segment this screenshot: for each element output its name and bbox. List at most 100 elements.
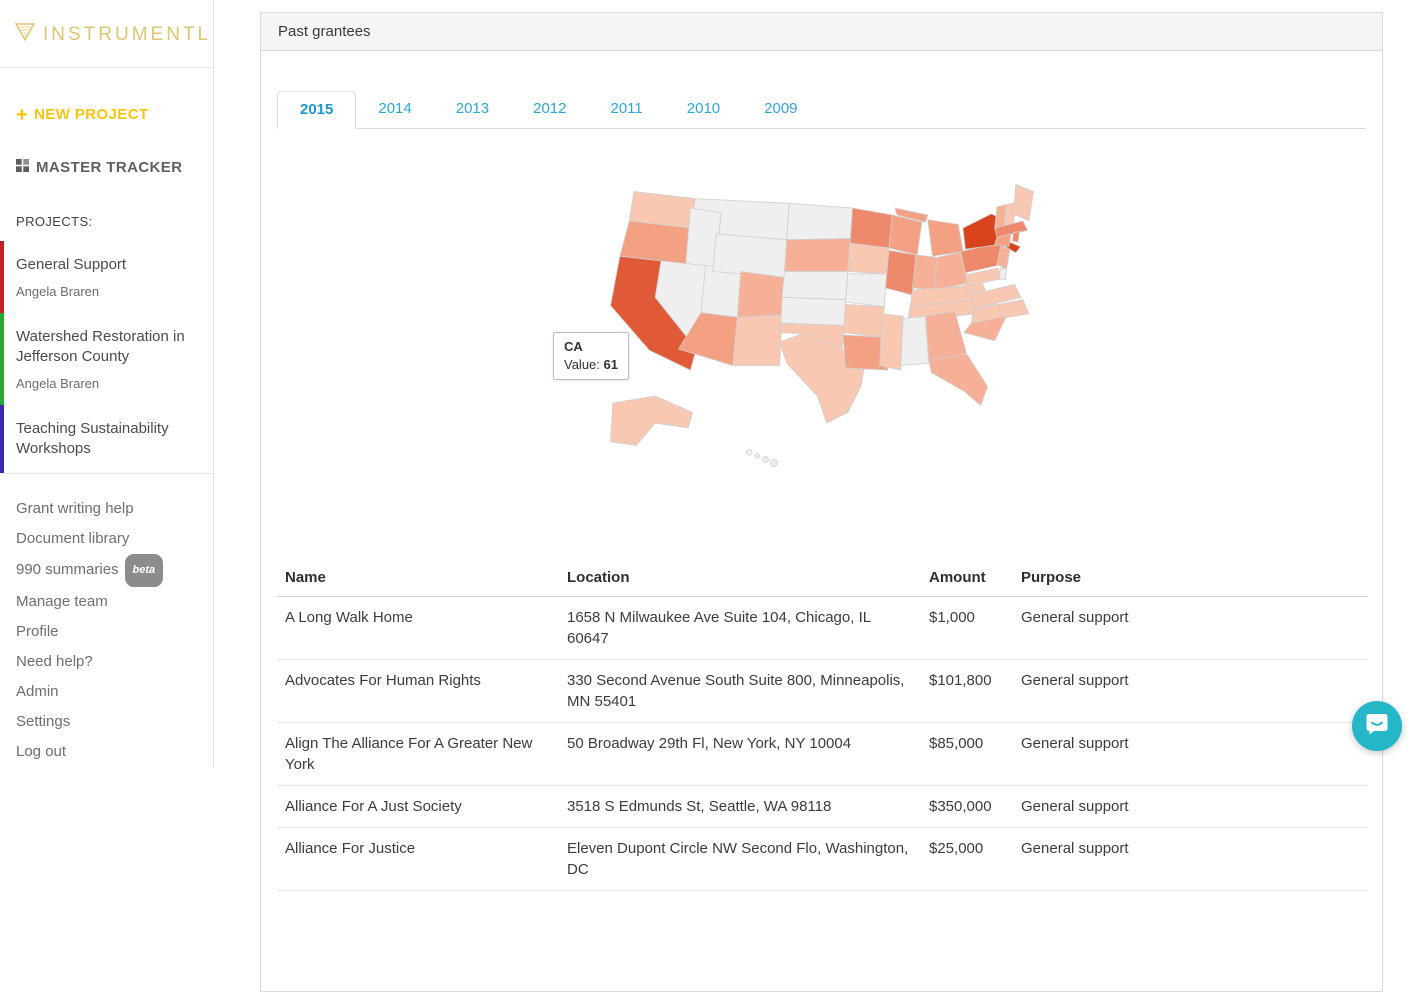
past-grantees-panel: Past grantees 20152014201320122011201020… bbox=[260, 12, 1383, 992]
state-HI[interactable] bbox=[762, 457, 768, 463]
tab-2009[interactable]: 2009 bbox=[742, 91, 819, 129]
tooltip-value: 61 bbox=[604, 357, 618, 372]
state-HI[interactable] bbox=[770, 459, 777, 466]
projects-heading: PROJECTS: bbox=[16, 214, 197, 229]
state-SD[interactable] bbox=[784, 239, 850, 272]
state-IN[interactable] bbox=[912, 255, 937, 290]
tab-2015[interactable]: 2015 bbox=[277, 91, 356, 129]
cell-name: Alliance For A Just Society bbox=[277, 786, 559, 828]
tooltip-value-row: Value: 61 bbox=[564, 357, 618, 372]
state-RI[interactable] bbox=[1012, 232, 1019, 243]
sidebar-link-990-summaries[interactable]: 990 summaries beta bbox=[16, 554, 197, 587]
sidebar-link-label: Profile bbox=[16, 623, 59, 640]
grid-icon bbox=[16, 159, 29, 176]
project-item-teaching-sustainability-workshops[interactable]: Teaching Sustainability Workshops bbox=[0, 405, 213, 473]
state-IL[interactable] bbox=[885, 250, 916, 295]
year-tabs: 2015201420132012201120102009 bbox=[277, 91, 1366, 129]
table-row: Alliance For JusticeEleven Dupont Circle… bbox=[277, 828, 1368, 891]
table-row: Advocates For Human Rights330 Second Ave… bbox=[277, 660, 1368, 723]
sidebar-link-manage-team[interactable]: Manage team bbox=[16, 587, 197, 617]
cell-amount: $101,800 bbox=[921, 660, 1013, 723]
cell-purpose: General support bbox=[1013, 597, 1368, 660]
project-owner: Angela Braren bbox=[16, 284, 199, 299]
state-AK[interactable] bbox=[610, 396, 692, 445]
project-title: General Support bbox=[16, 255, 199, 275]
sidebar-link-label: Grant writing help bbox=[16, 500, 134, 517]
cell-location: 330 Second Avenue South Suite 800, Minne… bbox=[559, 660, 921, 723]
beta-badge: beta bbox=[125, 554, 164, 587]
master-tracker-label: MASTER TRACKER bbox=[36, 159, 182, 176]
project-title: Teaching Sustainability Workshops bbox=[16, 419, 199, 459]
chat-launcher-button[interactable] bbox=[1352, 701, 1402, 751]
state-ND[interactable] bbox=[786, 203, 852, 239]
column-header-location: Location bbox=[559, 559, 921, 597]
state-MS[interactable] bbox=[879, 314, 903, 370]
sidebar-links: Grant writing helpDocument library990 su… bbox=[0, 474, 213, 787]
state-CO[interactable] bbox=[737, 271, 784, 317]
app-logo[interactable]: INSTRUMENTL bbox=[0, 0, 213, 68]
cell-amount: $85,000 bbox=[921, 723, 1013, 786]
cell-name: A Long Walk Home bbox=[277, 597, 559, 660]
state-ME[interactable] bbox=[1013, 185, 1033, 221]
sidebar-link-label: Need help? bbox=[16, 653, 93, 670]
tab-2011[interactable]: 2011 bbox=[589, 91, 665, 129]
project-title: Watershed Restoration in Jefferson Count… bbox=[16, 327, 199, 367]
plus-icon: + bbox=[16, 108, 28, 122]
cell-name: Align The Alliance For A Greater New Yor… bbox=[277, 723, 559, 786]
sidebar-link-label: 990 summaries bbox=[16, 561, 119, 578]
cell-amount: $1,000 bbox=[921, 597, 1013, 660]
logo-wordmark: INSTRUMENTL bbox=[43, 24, 211, 46]
new-project-label: NEW PROJECT bbox=[34, 106, 148, 123]
sidebar-link-need-help[interactable]: Need help? bbox=[16, 647, 197, 677]
cell-amount: $350,000 bbox=[921, 786, 1013, 828]
state-WY[interactable] bbox=[712, 234, 786, 277]
state-DE[interactable] bbox=[999, 268, 1006, 280]
cell-amount: $25,000 bbox=[921, 828, 1013, 891]
sidebar-link-settings[interactable]: Settings bbox=[16, 707, 197, 737]
state-HI[interactable] bbox=[746, 449, 752, 455]
tab-2013[interactable]: 2013 bbox=[434, 91, 511, 129]
tab-2014[interactable]: 2014 bbox=[356, 91, 433, 129]
panel-title: Past grantees bbox=[261, 13, 1382, 51]
new-project-button[interactable]: + NEW PROJECT bbox=[16, 106, 197, 123]
projects-list: General Support Angela Braren Watershed Re… bbox=[0, 241, 213, 474]
state-MN[interactable] bbox=[850, 208, 892, 248]
cell-location: 50 Broadway 29th Fl, New York, NY 10004 bbox=[559, 723, 921, 786]
sidebar-link-profile[interactable]: Profile bbox=[16, 617, 197, 647]
table-row: Alliance For A Just Society3518 S Edmund… bbox=[277, 786, 1368, 828]
state-WI[interactable] bbox=[888, 215, 921, 255]
sidebar-link-grant-writing-help[interactable]: Grant writing help bbox=[16, 494, 197, 524]
cell-purpose: General support bbox=[1013, 660, 1368, 723]
state-AR[interactable] bbox=[843, 304, 884, 337]
master-tracker-link[interactable]: MASTER TRACKER bbox=[16, 159, 197, 176]
tab-2010[interactable]: 2010 bbox=[665, 91, 742, 129]
sidebar-link-label: Log out bbox=[16, 743, 66, 760]
state-HI[interactable] bbox=[755, 454, 760, 459]
tab-2012[interactable]: 2012 bbox=[511, 91, 588, 129]
state-MI[interactable] bbox=[927, 220, 962, 256]
state-NE[interactable] bbox=[782, 271, 848, 299]
project-owner: Angela Braren bbox=[16, 376, 199, 391]
project-item-general-support[interactable]: General Support Angela Braren bbox=[0, 241, 213, 313]
sidebar-link-label: Manage team bbox=[16, 593, 108, 610]
state-GA[interactable] bbox=[925, 311, 966, 360]
state-NM[interactable] bbox=[732, 315, 781, 366]
column-header-amount: Amount bbox=[921, 559, 1013, 597]
tooltip-state: CA bbox=[564, 339, 618, 354]
state-IA[interactable] bbox=[847, 243, 888, 274]
state-KS[interactable] bbox=[780, 297, 845, 325]
state-FL[interactable] bbox=[928, 354, 987, 406]
project-item-watershed-restoration-in-jefferson-county[interactable]: Watershed Restoration in Jefferson Count… bbox=[0, 313, 213, 405]
cell-purpose: General support bbox=[1013, 723, 1368, 786]
cell-location: 3518 S Edmunds St, Seattle, WA 98118 bbox=[559, 786, 921, 828]
cell-name: Advocates For Human Rights bbox=[277, 660, 559, 723]
cell-purpose: General support bbox=[1013, 828, 1368, 891]
column-header-name: Name bbox=[277, 559, 559, 597]
sidebar: INSTRUMENTL + NEW PROJECT MASTER TRACKER… bbox=[0, 0, 214, 768]
sidebar-link-admin[interactable]: Admin bbox=[16, 677, 197, 707]
cell-location: Eleven Dupont Circle NW Second Flo, Wash… bbox=[559, 828, 921, 891]
sidebar-link-log-out[interactable]: Log out bbox=[16, 737, 197, 767]
sidebar-link-document-library[interactable]: Document library bbox=[16, 524, 197, 554]
state-MO[interactable] bbox=[845, 274, 886, 307]
state-AL[interactable] bbox=[900, 316, 928, 365]
